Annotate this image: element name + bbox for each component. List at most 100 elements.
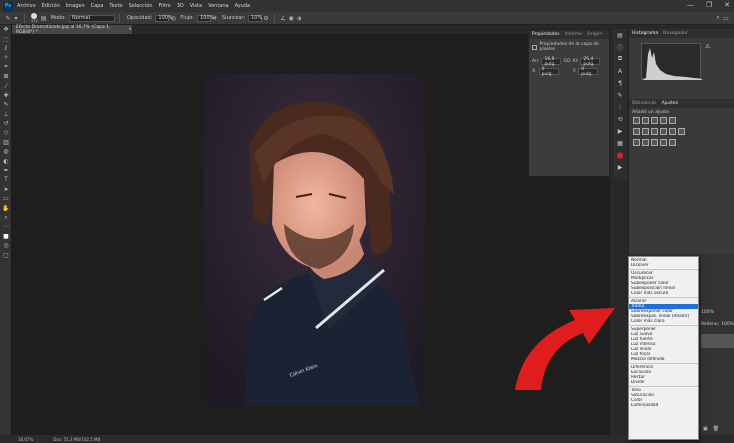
maximize-icon[interactable]: ❐ [706,1,712,9]
black-white-adjustment-icon[interactable] [651,128,658,135]
color-balance-adjustment-icon[interactable] [642,128,649,135]
pen-tool-icon[interactable]: ✒ [0,166,12,175]
blend-mode-option[interactable]: Luminosidad [629,403,698,408]
blend-mode-option[interactable]: Mezcla definida [629,357,698,362]
levels-adjustment-icon[interactable] [642,117,649,124]
document-tab[interactable]: Efecto Dramatizado.jpg al 16,7% (Capa 1,… [12,25,132,35]
healing-brush-icon[interactable]: ✚ [0,91,12,100]
trash-icon[interactable]: 🗑 [713,426,719,432]
warning-icon[interactable]: ⚠ [705,43,710,50]
workspace-icon[interactable]: ▭ [722,14,730,22]
mode-select[interactable]: Normal [68,14,115,22]
screen-mode-icon[interactable]: ▢ [0,250,12,259]
rectangle-tool-icon[interactable]: ▭ [0,194,12,203]
tab-properties[interactable]: Propiedades [532,32,560,37]
type-tool-icon[interactable]: T [0,175,12,184]
paragraph-panel-icon[interactable]: ¶ [613,77,627,89]
path-select-icon[interactable]: ➤ [0,185,12,194]
search-icon[interactable]: ⌕ [714,14,722,22]
photo-filter-adjustment-icon[interactable] [660,128,667,135]
layer-opacity[interactable]: 100% [701,310,714,315]
more-tools-icon[interactable]: ⋯ [0,222,12,231]
info-panel-icon[interactable]: ⓘ [613,41,627,53]
tab-adjustments[interactable]: Ajustes [662,101,678,106]
angle-icon[interactable]: ∠ [279,14,287,22]
brush-tool-icon[interactable]: ✎ [0,100,12,109]
exposure-adjustment-icon[interactable] [660,117,667,124]
blur-tool-icon[interactable]: ◍ [0,147,12,156]
history-panel-icon[interactable]: ⟲ [613,113,627,125]
close-icon[interactable]: ✕ [724,1,730,9]
menu-item[interactable]: Vista [190,3,202,9]
menu-item[interactable]: Imagen [66,3,85,9]
pressure-opacity-icon[interactable]: ◎ [169,14,177,22]
blend-mode-option[interactable]: Color más claro [629,319,698,324]
marquee-tool-icon[interactable]: ⬚ [0,34,12,43]
tab-source[interactable]: Origen [587,32,602,37]
brush-panel-icon[interactable]: ✎ [613,89,627,101]
history-brush-icon[interactable]: ↺ [0,119,12,128]
brush-tool-icon[interactable]: ✎ [4,14,12,22]
menu-item[interactable]: Edición [42,3,60,9]
frame-tool-icon[interactable]: ⊠ [0,72,12,81]
menu-item[interactable]: Texto [109,3,122,9]
threshold-adjustment-icon[interactable] [651,139,658,146]
blend-mode-option[interactable]: Dividir [629,380,698,385]
brightness-adjustment-icon[interactable] [633,117,640,124]
symmetry-icon[interactable]: ⬗ [295,14,303,22]
new-layer-icon[interactable]: ▣ [703,426,708,432]
layer-row[interactable] [701,334,734,348]
character-panel-icon[interactable]: A [613,65,627,77]
libraries-panel-icon[interactable]: ▦ [613,137,627,149]
flow-input[interactable]: 100% [196,14,214,22]
selective-color-adjustment-icon[interactable] [669,139,676,146]
color-swatch-icon[interactable]: ■ [0,232,12,241]
tab-navigator[interactable]: Navegador [663,31,688,36]
posterize-adjustment-icon[interactable] [642,139,649,146]
clone-stamp-icon[interactable]: ⊥ [0,110,12,119]
crop-tool-icon[interactable]: ⌗ [0,63,12,72]
curves-adjustment-icon[interactable] [651,117,658,124]
clone-source-icon[interactable]: ⧉ [613,53,627,65]
brush-settings-icon[interactable]: ▤ [40,14,48,22]
properties-panel-icon[interactable]: ▤ [613,29,627,41]
vibrance-adjustment-icon[interactable] [669,117,676,124]
cc-libraries-icon[interactable]: ⬤ [613,149,627,161]
actions-panel-icon[interactable]: ▶ [613,125,627,137]
height-input[interactable]: 25,4 pulg. [580,57,601,67]
minimize-icon[interactable]: — [687,1,694,9]
dodge-tool-icon[interactable]: ◐ [0,156,12,165]
blend-mode-menu[interactable]: Normal Disolver Oscurecer Multiplicar Subexp… [628,256,699,440]
x-input[interactable]: 0 pulg. [538,67,559,77]
eyedropper-icon[interactable]: ⁄ [0,81,12,90]
menu-item[interactable]: Filtro [158,3,170,9]
opacity-input[interactable]: 100% [155,14,173,22]
move-tool-icon[interactable]: ✥ [0,25,12,34]
airbrush-icon[interactable]: ✈ [211,14,219,22]
menu-item[interactable]: 3D [177,3,184,9]
blend-mode-option[interactable]: Disolver [629,263,698,268]
play-icon[interactable]: ▶ [613,161,627,173]
hue-saturation-adjustment-icon[interactable] [633,128,640,135]
link-dimensions-button[interactable]: GO [563,59,570,64]
lasso-tool-icon[interactable]: ℓ [0,44,12,53]
chevron-down-icon[interactable]: ▾ [12,14,20,22]
zoom-tool-icon[interactable]: ⌕ [0,213,12,222]
menu-item[interactable]: Selección [129,3,153,9]
eraser-icon[interactable]: ◇ [0,128,12,137]
pressure-size-icon[interactable]: ◉ [287,14,295,22]
channel-mixer-adjustment-icon[interactable] [669,128,676,135]
gradient-map-adjustment-icon[interactable] [660,139,667,146]
menu-item[interactable]: Archivo [17,3,36,9]
brushes-panel-icon[interactable]: ⋮ [613,101,627,113]
zoom-level[interactable]: 16,67% [18,437,33,442]
menu-item[interactable]: Ventana [208,3,229,9]
tab-info[interactable]: Informe [565,32,582,37]
width-input[interactable]: 16,6 pulg. [541,57,562,67]
hand-tool-icon[interactable]: ✋ [0,203,12,212]
blend-mode-option[interactable]: Color más oscuro [629,291,698,296]
layer-fill[interactable]: Relleno: 100% [701,322,734,327]
quick-select-icon[interactable]: ✧ [0,53,12,62]
tab-histogram[interactable]: Histograma [632,31,658,36]
gradient-tool-icon[interactable]: ▥ [0,138,12,147]
